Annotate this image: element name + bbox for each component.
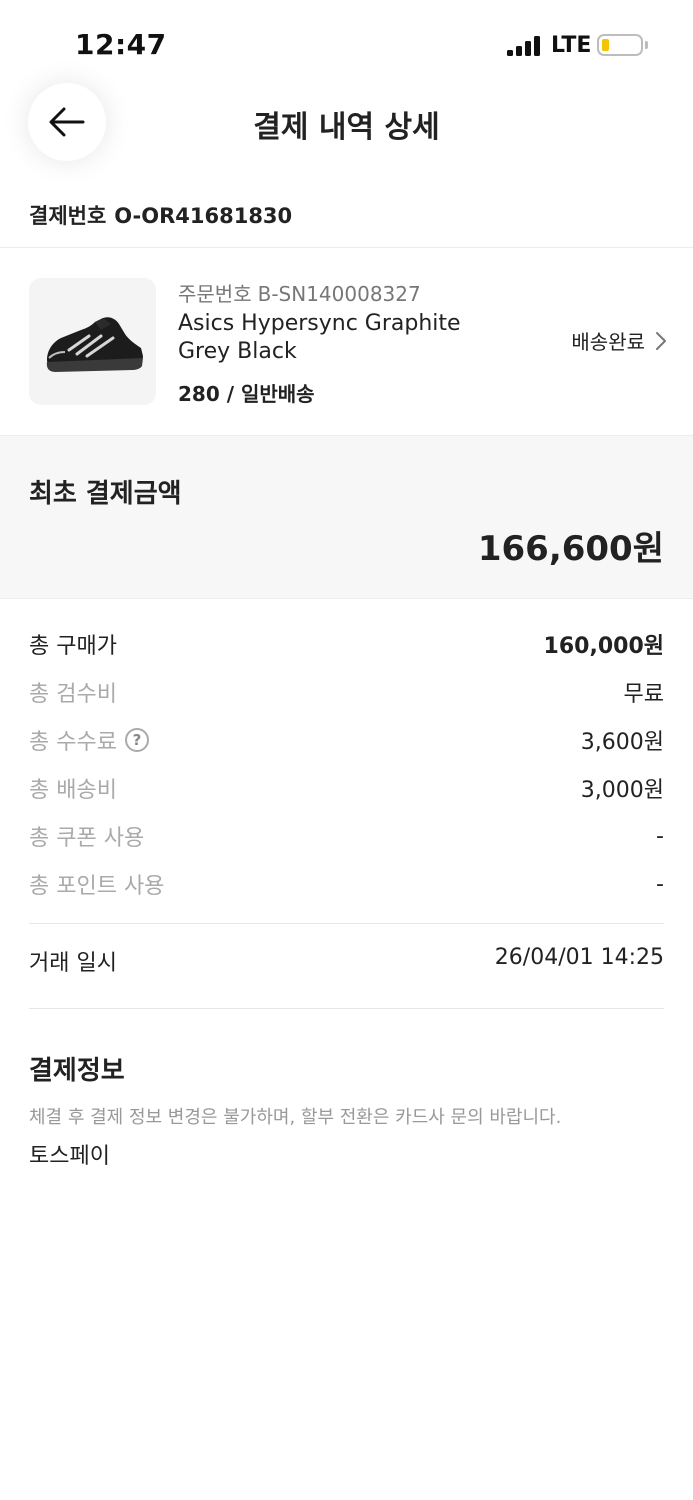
breakdown-value: 3,000원	[580, 778, 664, 803]
delivery-status-link[interactable]: 배송완료	[571, 326, 667, 355]
payment-number-value: O-OR41681830	[114, 204, 293, 228]
breakdown-row-fee: 총 수수료 ? 3,600원	[29, 716, 664, 764]
trade-datetime-label: 거래 일시	[29, 951, 117, 976]
breakdown-value: -	[656, 823, 664, 849]
breakdown-label: 총 수수료	[29, 730, 117, 755]
price-breakdown: 총 구매가 160,000원 총 검수비 무료 총 수수료 ? 3,600원 총…	[29, 620, 664, 908]
breakdown-row-shipping: 총 배송비 3,000원	[29, 764, 664, 812]
product-option: 280 / 일반배송	[178, 382, 315, 406]
signal-icon	[507, 36, 543, 56]
delivery-status-label: 배송완료	[571, 330, 645, 354]
product-image	[29, 278, 156, 405]
total-payment-amount: 166,600원	[477, 529, 664, 569]
total-payment-section: 최초 결제금액 166,600원	[0, 435, 693, 599]
breakdown-label: 총 쿠폰 사용	[29, 826, 145, 851]
order-card[interactable]: 주문번호 B-SN140008327 Asics Hypersync Graphi…	[0, 250, 693, 434]
status-bar: 12:47 LTE	[0, 0, 693, 90]
breakdown-value: 160,000원	[543, 634, 664, 659]
divider	[29, 923, 664, 924]
breakdown-value: 3,600원	[580, 730, 664, 755]
order-number-label: 주문번호	[178, 282, 252, 306]
trade-datetime-value: 26/04/01 14:25	[494, 945, 664, 970]
breakdown-value: -	[656, 871, 664, 897]
order-number: 주문번호 B-SN140008327	[178, 278, 421, 307]
nav-header: 결제 내역 상세	[0, 80, 693, 168]
help-icon[interactable]: ?	[124, 728, 149, 752]
breakdown-label: 총 포인트 사용	[29, 874, 165, 899]
status-time: 12:47	[75, 28, 167, 61]
divider	[29, 1008, 664, 1009]
battery-icon	[597, 34, 643, 56]
payment-info-title: 결제정보	[29, 1056, 125, 1086]
trade-datetime-row: 거래 일시 26/04/01 14:25	[29, 945, 664, 977]
payment-number: 결제번호 O-OR41681830	[29, 200, 292, 230]
payment-number-label: 결제번호	[29, 204, 107, 228]
breakdown-label: 총 구매가	[29, 634, 117, 659]
breakdown-label: 총 검수비	[29, 682, 117, 707]
chevron-right-icon	[656, 331, 666, 350]
breakdown-row-inspection: 총 검수비 무료	[29, 668, 664, 716]
product-name: Asics Hypersync Graphite Grey Black	[178, 311, 461, 364]
page-title: 결제 내역 상세	[253, 110, 440, 145]
breakdown-value: 무료	[623, 682, 664, 707]
total-payment-label: 최초 결제금액	[29, 479, 182, 509]
shoe-image	[46, 317, 143, 372]
payment-method: 토스페이	[29, 1144, 110, 1169]
breakdown-row-purchase: 총 구매가 160,000원	[29, 620, 664, 668]
breakdown-label: 총 배송비	[29, 778, 117, 803]
divider	[0, 247, 693, 248]
order-number-value: B-SN140008327	[257, 282, 421, 306]
breakdown-row-coupon: 총 쿠폰 사용 -	[29, 812, 664, 860]
network-label: LTE	[551, 33, 592, 58]
payment-info-notice: 체결 후 결제 정보 변경은 불가하며, 할부 전환은 카드사 문의 바랍니다.	[29, 1107, 562, 1128]
breakdown-row-points: 총 포인트 사용 -	[29, 860, 664, 908]
